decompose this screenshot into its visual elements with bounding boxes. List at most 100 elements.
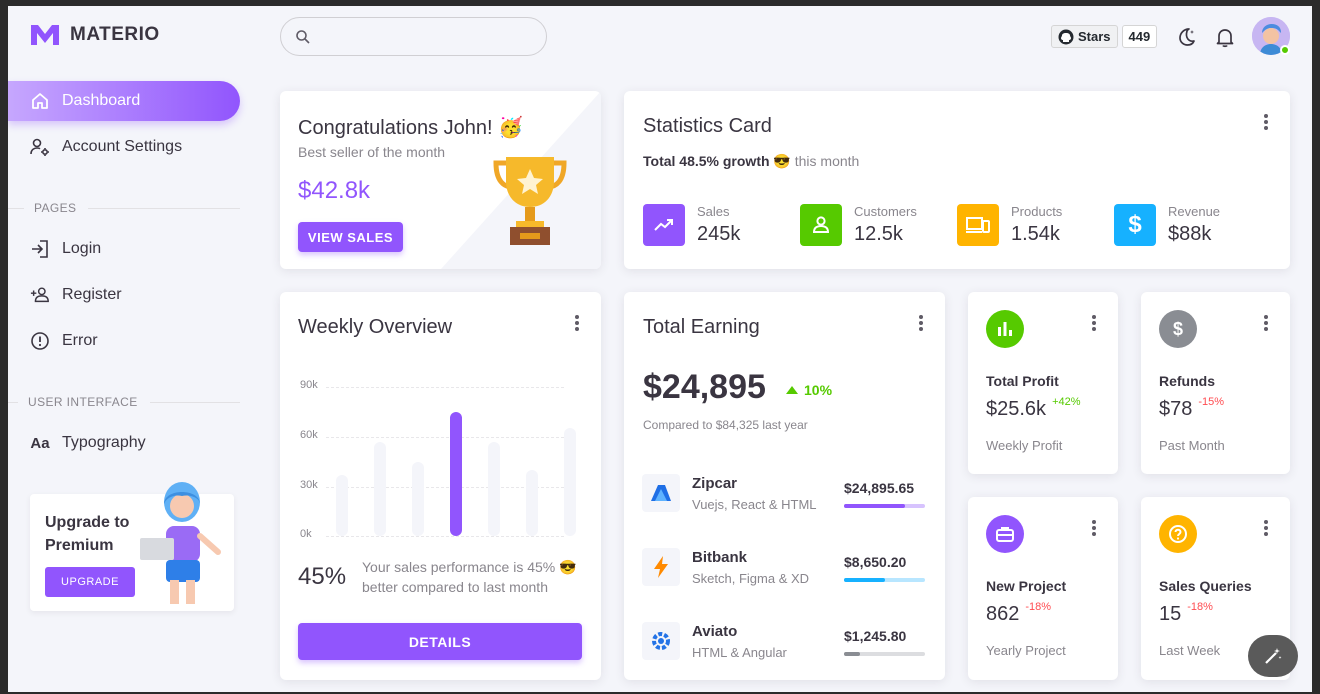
dollar-icon: $ (1159, 310, 1197, 348)
chart-bar (450, 411, 462, 536)
y-tick-label: 0k (300, 528, 312, 540)
bell-icon[interactable] (1214, 26, 1236, 48)
dollar-icon: $ (1114, 204, 1156, 246)
chart-bar (336, 474, 348, 536)
sidebar-item-login[interactable]: Login (8, 229, 240, 269)
sidebar-item-label: Login (62, 240, 102, 257)
trending-up-icon (643, 204, 685, 246)
mini-sub: Yearly Project (986, 643, 1066, 658)
sidebar-item-error[interactable]: Error (8, 321, 240, 361)
customizer-button[interactable] (1248, 635, 1298, 677)
mini-sub: Last Week (1159, 643, 1221, 658)
earning-name: Aviato (692, 623, 738, 640)
more-options-icon[interactable] (1086, 518, 1102, 538)
earning-sub: Sketch, Figma & XD (692, 571, 810, 586)
congrats-amount: $42.8k (298, 177, 371, 204)
mini-value: $78 -15% (1159, 396, 1225, 420)
earning-row-amount: $8,650.20 (844, 554, 907, 570)
arrow-up-icon (786, 386, 798, 394)
y-tick-label: 30k (300, 479, 318, 491)
details-button[interactable]: DETAILS (298, 623, 582, 660)
sidebar-item-dashboard[interactable]: Dashboard (8, 81, 240, 121)
earning-progress (844, 504, 925, 508)
search-input[interactable] (280, 17, 547, 56)
more-options-icon[interactable] (913, 313, 929, 333)
more-options-icon[interactable] (1086, 313, 1102, 333)
grid-line (326, 536, 564, 537)
weekly-overview-card: Weekly Overview 90k 60k 30k 0k 45% Your … (280, 292, 601, 680)
earning-row-zipcar: Zipcar Vuejs, React & HTML $24,895.65 (642, 470, 926, 518)
magic-wand-icon (1265, 648, 1282, 664)
earning-progress (844, 578, 925, 582)
upgrade-card: Upgrade to Premium UPGRADE (30, 482, 234, 611)
home-icon (30, 91, 50, 111)
search-icon (296, 30, 310, 44)
total-profit-card: Total Profit $25.6k +42% Weekly Profit (968, 292, 1118, 474)
earning-amount: $24,895 (643, 368, 766, 406)
mini-sub: Past Month (1159, 438, 1225, 453)
mini-title: New Project (986, 578, 1067, 594)
more-options-icon[interactable] (569, 313, 585, 333)
earning-progress (844, 652, 925, 656)
earning-compare: Compared to $84,325 last year (643, 418, 808, 432)
zipcar-logo-icon (642, 474, 680, 512)
alert-circle-icon (30, 331, 50, 351)
bitbank-logo-icon (642, 548, 680, 586)
earning-row-amount: $24,895.65 (844, 480, 915, 496)
sidebar-item-account-settings[interactable]: Account Settings (8, 127, 240, 167)
more-options-icon[interactable] (1258, 112, 1274, 132)
congratulations-card: Congratulations John! 🥳 Best seller of t… (280, 91, 601, 269)
account-settings-icon (30, 137, 50, 157)
sidebar-item-label: Register (62, 286, 122, 303)
bar-chart-icon (986, 310, 1024, 348)
new-project-card: New Project 862 -18% Yearly Project (968, 497, 1118, 680)
sidebar-item-typography[interactable]: Aa Typography (8, 423, 240, 463)
mini-sub: Weekly Profit (986, 438, 1063, 453)
app-frame: MATERIO Dashboard Account Settings PAGES… (8, 6, 1312, 692)
sidebar-item-register[interactable]: Register (8, 275, 240, 315)
view-sales-button[interactable]: VIEW SALES (298, 222, 403, 252)
earning-row-amount: $1,245.80 (844, 628, 907, 644)
stat-revenue: $ Revenue $88k (1114, 204, 1220, 246)
earning-sub: Vuejs, React & HTML (692, 497, 817, 512)
earning-name: Zipcar (692, 475, 738, 492)
sidebar-item-label: Typography (62, 434, 146, 451)
statistics-card: Statistics Card Total 48.5% growth 😎 thi… (624, 91, 1290, 269)
statistics-title: Statistics Card (643, 115, 772, 137)
moon-icon[interactable] (1175, 26, 1197, 48)
online-status-dot (1280, 45, 1290, 55)
sidebar-item-label: Account Settings (62, 138, 183, 155)
materio-logo-icon (31, 25, 59, 45)
congrats-title: Congratulations John! 🥳 (298, 117, 524, 139)
typography-icon: Aa (30, 434, 50, 452)
github-stars-widget[interactable]: Stars 449 (1051, 25, 1158, 48)
weekly-percent: 45% (298, 563, 347, 590)
earning-change: 10% (786, 382, 832, 398)
stat-products: Products 1.54k (957, 204, 1062, 246)
github-stars-button[interactable]: Stars (1051, 25, 1118, 48)
upgrade-button[interactable]: UPGRADE (45, 567, 135, 597)
brand-name: MATERIO (70, 24, 160, 45)
grid-line (326, 437, 564, 438)
aviato-logo-icon (642, 622, 680, 660)
mini-value: 15 -18% (1159, 601, 1213, 625)
brand[interactable]: MATERIO (30, 24, 160, 46)
more-options-icon[interactable] (1258, 518, 1274, 538)
briefcase-icon (986, 515, 1024, 553)
more-options-icon[interactable] (1258, 313, 1274, 333)
weekly-title: Weekly Overview (298, 316, 453, 338)
weekly-description: Your sales performance is 45% 😎 better c… (362, 559, 577, 595)
chart-bar (526, 469, 538, 536)
earning-sub: HTML & Angular (692, 645, 787, 660)
stars-count[interactable]: 449 (1121, 25, 1158, 48)
sidebar: MATERIO Dashboard Account Settings PAGES… (8, 6, 248, 692)
section-title-pages: PAGES (8, 201, 240, 215)
chart-bar (564, 428, 576, 536)
stat-customers: Customers 12.5k (800, 204, 917, 246)
stat-sales: Sales 245k (643, 204, 740, 246)
statistics-growth: Total 48.5% growth 😎 this month (643, 153, 860, 169)
help-circle-icon (1159, 515, 1197, 553)
chart-bar (374, 441, 386, 536)
chart-bar (488, 441, 500, 536)
refunds-card: $ Refunds $78 -15% Past Month (1141, 292, 1290, 474)
